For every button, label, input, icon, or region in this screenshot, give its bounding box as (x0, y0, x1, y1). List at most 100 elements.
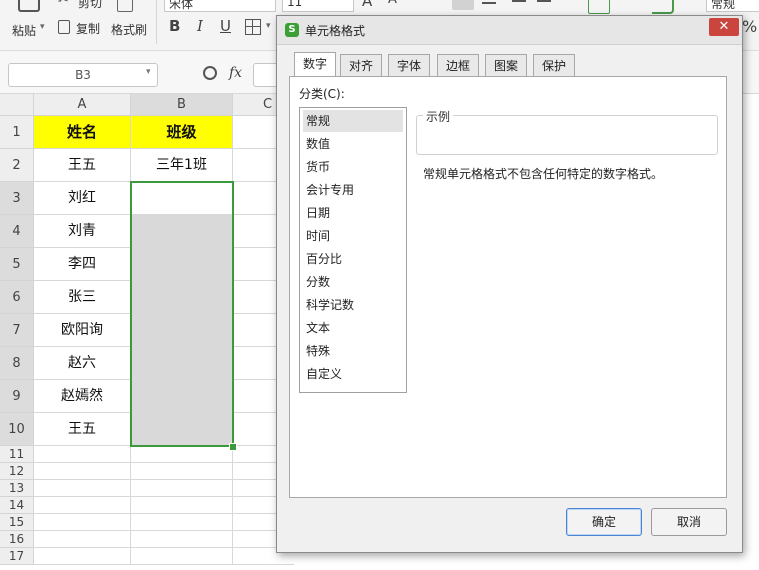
border-grid-line-v (252, 19, 253, 35)
category-currency[interactable]: 货币 (303, 156, 403, 178)
row-header-7[interactable]: 7 (0, 314, 34, 347)
cell-a6[interactable]: 张三 (34, 281, 131, 314)
tab-alignment[interactable]: 对齐 (340, 54, 382, 76)
name-box-value: B3 (75, 68, 91, 82)
border-dropdown-icon[interactable]: ▾ (266, 21, 271, 31)
format-cells-dialog: S 单元格格式 ✕ 数字 对齐 字体 边框 图案 保护 分类(C): 常规 数值… (276, 15, 743, 553)
selection-range (130, 181, 234, 447)
indent-icon[interactable] (512, 0, 526, 2)
font-name-select[interactable]: 宋体 (164, 0, 276, 12)
row-header-3[interactable]: 3 (0, 182, 34, 215)
close-icon[interactable]: ✕ (709, 18, 739, 36)
align-middle-icon[interactable] (482, 2, 496, 4)
row-header-5[interactable]: 5 (0, 248, 34, 281)
category-general[interactable]: 常规 (303, 110, 403, 132)
category-list[interactable]: 常规 数值 货币 会计专用 日期 时间 百分比 分数 科学记数 文本 特殊 自定… (299, 107, 407, 393)
cancel-button[interactable]: 取消 (651, 508, 727, 536)
name-box-dropdown-icon[interactable]: ▾ (146, 67, 151, 77)
underline-button[interactable]: U (220, 17, 231, 35)
row-header-2[interactable]: 2 (0, 149, 34, 182)
paste-dropdown-icon[interactable]: ▾ (40, 22, 45, 32)
zoom-icon[interactable] (203, 66, 217, 80)
number-format-select[interactable]: 常规 (706, 0, 759, 12)
column-header-b[interactable]: B (131, 94, 233, 116)
paste-button[interactable]: 粘贴 (12, 22, 36, 39)
cut-button[interactable]: 剪切 (78, 0, 102, 11)
bold-button[interactable]: B (169, 17, 180, 35)
tab-pattern[interactable]: 图案 (485, 54, 527, 76)
border-icon[interactable] (245, 19, 261, 35)
cell-a8[interactable]: 赵六 (34, 347, 131, 380)
category-number[interactable]: 数值 (303, 133, 403, 155)
row-header-15[interactable]: 15 (0, 514, 34, 531)
cell-a2[interactable]: 王五 (34, 149, 131, 182)
row-header-13[interactable]: 13 (0, 480, 34, 497)
tab-number[interactable]: 数字 (294, 52, 336, 77)
category-custom[interactable]: 自定义 (303, 363, 403, 385)
cell-a7[interactable]: 欧阳询 (34, 314, 131, 347)
font-size-value: 11 (287, 0, 303, 9)
spreadsheet-grid: A B C 1 2 3 4 5 6 7 8 9 10 11 12 13 14 1… (0, 94, 294, 570)
tab-border[interactable]: 边框 (437, 54, 479, 76)
row-header-1[interactable]: 1 (0, 116, 34, 149)
category-fraction[interactable]: 分数 (303, 271, 403, 293)
cell-a9[interactable]: 赵嫣然 (34, 380, 131, 413)
outdent-icon[interactable] (537, 0, 551, 2)
row-header-8[interactable]: 8 (0, 347, 34, 380)
divider (156, 0, 157, 44)
percent-button[interactable]: % (742, 17, 757, 36)
italic-button[interactable]: I (197, 17, 203, 35)
row-header-17[interactable]: 17 (0, 548, 34, 565)
scissors-icon[interactable]: ✂ (58, 0, 69, 8)
row-header-4[interactable]: 4 (0, 215, 34, 248)
category-label: 分类(C): (299, 87, 345, 101)
cell-b1[interactable]: 班级 (131, 116, 233, 149)
merge-icon[interactable] (588, 0, 610, 14)
paste-icon[interactable] (18, 0, 40, 12)
wrap-icon[interactable] (652, 0, 674, 14)
category-scientific[interactable]: 科学记数 (303, 294, 403, 316)
cell-a5[interactable]: 李四 (34, 248, 131, 281)
category-accounting[interactable]: 会计专用 (303, 179, 403, 201)
fx-icon[interactable]: fx (229, 65, 242, 81)
name-box[interactable]: B3 (8, 63, 158, 87)
font-size-select[interactable]: 11 (282, 0, 354, 12)
row-header-10[interactable]: 10 (0, 413, 34, 446)
cell-a10[interactable]: 王五 (34, 413, 131, 446)
row-header-9[interactable]: 9 (0, 380, 34, 413)
empty-rows-area[interactable] (34, 446, 294, 565)
row-header-16[interactable]: 16 (0, 531, 34, 548)
copy-icon[interactable] (58, 20, 70, 34)
category-text[interactable]: 文本 (303, 317, 403, 339)
dialog-title-bar[interactable]: S 单元格格式 ✕ (277, 16, 742, 45)
border-grid-line-h (245, 26, 261, 27)
row-header-6[interactable]: 6 (0, 281, 34, 314)
row-header-11[interactable]: 11 (0, 446, 34, 463)
fill-handle[interactable] (229, 443, 237, 451)
gridline-bc (232, 446, 233, 565)
ok-button[interactable]: 确定 (566, 508, 642, 536)
sample-box (416, 115, 718, 155)
category-time[interactable]: 时间 (303, 225, 403, 247)
category-percentage[interactable]: 百分比 (303, 248, 403, 270)
align-top-icon[interactable] (452, 0, 474, 10)
category-special[interactable]: 特殊 (303, 340, 403, 362)
column-header-a[interactable]: A (34, 94, 131, 116)
row-header-14[interactable]: 14 (0, 497, 34, 514)
select-all-corner[interactable] (0, 94, 34, 116)
cell-a3[interactable]: 刘红 (34, 182, 131, 215)
cell-b2[interactable]: 三年1班 (131, 149, 233, 182)
spreadsheet-app-icon: S (285, 23, 299, 37)
cell-a1[interactable]: 姓名 (34, 116, 131, 149)
row-header-12[interactable]: 12 (0, 463, 34, 480)
font-name-value: 宋体 (169, 0, 194, 11)
grow-font-button[interactable]: A (362, 0, 372, 10)
tab-protection[interactable]: 保护 (533, 54, 575, 76)
copy-button[interactable]: 复制 (76, 20, 100, 37)
category-date[interactable]: 日期 (303, 202, 403, 224)
format-painter-button[interactable]: 格式刷 (111, 21, 147, 38)
tab-font[interactable]: 字体 (388, 54, 430, 76)
cell-a4[interactable]: 刘青 (34, 215, 131, 248)
shrink-font-button[interactable]: A (388, 0, 397, 7)
format-painter-icon[interactable] (117, 0, 133, 12)
